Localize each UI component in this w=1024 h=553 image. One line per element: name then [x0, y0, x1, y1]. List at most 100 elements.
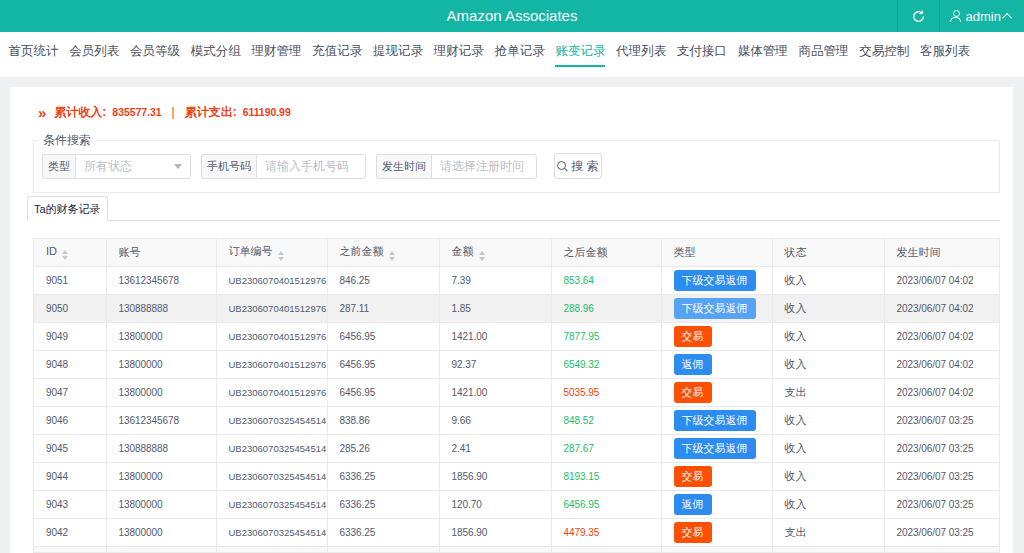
type-tag-button[interactable]: 交易: [674, 522, 712, 543]
partial-cell: [772, 546, 884, 553]
type-tag-button[interactable]: 下级交易返佣: [674, 298, 756, 319]
nav-item-7[interactable]: 理财记录: [434, 32, 484, 67]
cell-status: 收入: [772, 462, 884, 490]
cell-type: 交易: [661, 378, 772, 406]
cell-account: 130888888: [106, 294, 216, 322]
table-row[interactable]: 904713800000UB23060704015129766456.95142…: [34, 378, 999, 406]
income-label: 累计收入:: [54, 105, 106, 120]
cell-account: 13800000: [106, 350, 216, 378]
type-select-group: 类型 所有状态: [42, 154, 191, 179]
phone-input[interactable]: 请输入手机号码: [256, 154, 366, 179]
double-chevron-icon: »: [38, 105, 46, 120]
col-header: 账号: [106, 239, 216, 266]
cell-id: 9049: [34, 322, 106, 350]
table-row[interactable]: 905113612345678UB2306070401512976846.257…: [34, 266, 999, 294]
nav-item-1[interactable]: 会员列表: [69, 32, 119, 67]
cell-order: UB2306070401512976: [216, 350, 327, 378]
table-row[interactable]: 9045130888888UB2306070325454514285.262.4…: [34, 434, 999, 462]
type-tag-button[interactable]: 交易: [674, 326, 712, 347]
records-table-wrap: ID账号订单编号之前金额金额之后金额类型状态发生时间 9051136123456…: [33, 238, 1000, 553]
nav-item-5[interactable]: 充值记录: [312, 32, 362, 67]
app-title: Amazon Associates: [0, 0, 1024, 32]
sort-icon[interactable]: [479, 251, 485, 261]
nav-item-13[interactable]: 商品管理: [799, 32, 849, 67]
cell-type: 交易: [661, 518, 772, 546]
nav-item-6[interactable]: 提现记录: [373, 32, 423, 67]
type-select[interactable]: 所有状态: [75, 154, 191, 179]
nav-item-12[interactable]: 媒体管理: [738, 32, 788, 67]
tab-financial-records[interactable]: Ta的财务记录: [27, 196, 108, 221]
nav-item-14[interactable]: 交易控制: [859, 32, 909, 67]
cell-status: 收入: [772, 434, 884, 462]
time-label: 发生时间: [376, 154, 431, 179]
col-header[interactable]: 订单编号: [216, 239, 327, 266]
cell-account: 130888888: [106, 434, 216, 462]
type-tag-button[interactable]: 下级交易返佣: [674, 410, 756, 431]
cell-id: 9042: [34, 518, 106, 546]
nav-item-9[interactable]: 账变记录: [555, 32, 605, 67]
card: » 累计收入: 835577.31 | 累计支出: 611190.99 条件搜索…: [10, 87, 1013, 553]
table-row[interactable]: 904613612345678UB2306070325454514838.869…: [34, 406, 999, 434]
cell-before: 6456.95: [327, 350, 439, 378]
col-header[interactable]: ID: [34, 239, 106, 266]
sort-icon[interactable]: [62, 250, 68, 260]
col-header[interactable]: 金额: [439, 239, 551, 266]
type-tag-button[interactable]: 下级交易返佣: [674, 438, 756, 459]
search-icon: [557, 161, 568, 172]
sort-icon[interactable]: [278, 251, 284, 261]
cell-time: 2023/06/07 03:25: [884, 434, 999, 462]
refresh-icon: [912, 10, 925, 23]
table-row[interactable]: 904813800000UB23060704015129766456.9592.…: [34, 350, 999, 378]
cell-before: 846.25: [327, 266, 439, 294]
content-area: » 累计收入: 835577.31 | 累计支出: 611190.99 条件搜索…: [0, 77, 1024, 553]
table-row[interactable]: 904313800000UB23060703254545146336.25120…: [34, 490, 999, 518]
nav-item-8[interactable]: 抢单记录: [495, 32, 545, 67]
cell-id: 9050: [34, 294, 106, 322]
cell-order: UB2306070325454514: [216, 490, 327, 518]
search-button[interactable]: 搜 索: [554, 153, 602, 179]
table-row[interactable]: 904913800000UB23060704015129766456.95142…: [34, 322, 999, 350]
nav-item-4[interactable]: 理财管理: [252, 32, 302, 67]
cell-amount: 92.37: [439, 350, 551, 378]
type-tag-button[interactable]: 返佣: [674, 354, 712, 375]
sort-icon[interactable]: [389, 251, 395, 261]
chevron-down-icon: [174, 164, 182, 169]
nav-tabs: 首页统计会员列表会员等级模式分组理财管理充值记录提现记录理财记录抢单记录账变记录…: [0, 32, 1024, 77]
cell-type: 下级交易返佣: [661, 266, 772, 294]
table-row[interactable]: 9050130888888UB2306070401512976287.111.8…: [34, 294, 999, 322]
type-tag-button[interactable]: 交易: [674, 382, 712, 403]
cell-order: UB2306070401512976: [216, 266, 327, 294]
col-header[interactable]: 之前金额: [327, 239, 439, 266]
cell-id: 9046: [34, 406, 106, 434]
cell-after: 8193.15: [551, 462, 661, 490]
phone-label: 手机号码: [201, 154, 256, 179]
cell-status: 收入: [772, 490, 884, 518]
expense-value: 611190.99: [243, 105, 291, 120]
user-menu[interactable]: admin: [940, 0, 1024, 32]
type-select-value: 所有状态: [84, 158, 132, 175]
nav-item-3[interactable]: 模式分组: [191, 32, 241, 67]
table-row[interactable]: 904213800000UB23060703254545146336.25185…: [34, 518, 999, 546]
nav-item-0[interactable]: 首页统计: [8, 32, 58, 67]
nav-item-2[interactable]: 会员等级: [130, 32, 180, 67]
cell-type: 下级交易返佣: [661, 294, 772, 322]
nav-item-10[interactable]: 代理列表: [616, 32, 666, 67]
nav-item-11[interactable]: 支付接口: [677, 32, 727, 67]
user-name: admin: [966, 9, 1001, 24]
nav-item-15[interactable]: 客服列表: [920, 32, 970, 67]
refresh-button[interactable]: [897, 0, 940, 32]
cell-before: 838.86: [327, 406, 439, 434]
table-row[interactable]: 904413800000UB23060703254545146336.25185…: [34, 462, 999, 490]
topbar: Amazon Associates admin: [0, 0, 1024, 32]
partial-row: ...: [34, 546, 999, 553]
cell-id: 9043: [34, 490, 106, 518]
cell-status: 收入: [772, 322, 884, 350]
type-tag-button[interactable]: 交易: [674, 466, 712, 487]
cell-id: 9044: [34, 462, 106, 490]
cell-time: 2023/06/07 04:02: [884, 322, 999, 350]
type-tag-button[interactable]: 返佣: [674, 494, 712, 515]
type-tag-button[interactable]: 下级交易返佣: [674, 270, 756, 291]
partial-cell: [327, 546, 439, 553]
cell-after: 853.64: [551, 266, 661, 294]
time-input[interactable]: 请选择注册时间: [431, 154, 537, 179]
